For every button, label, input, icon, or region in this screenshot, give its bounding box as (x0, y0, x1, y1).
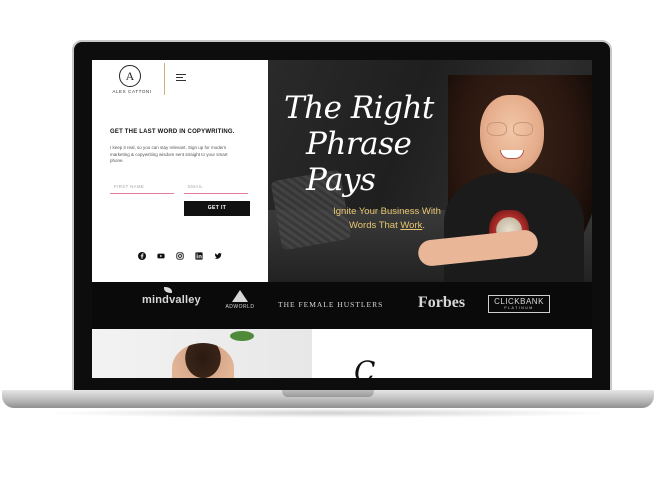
logo-letter: A (125, 68, 135, 83)
hero-tagline-line-2: Words That Work. (348, 220, 426, 231)
hero-script-line-2: Phrase Pays (306, 126, 412, 198)
hero-banner: The Right Phrase Pays Ignite Your Busine… (268, 60, 592, 282)
instagram-icon[interactable] (176, 252, 184, 260)
hero-tagline: Ignite Your Business With Words That Wor… (312, 205, 462, 233)
adworld-triangle-icon (232, 290, 248, 302)
signup-blurb: I keep it real, so you can stay relevant… (110, 145, 228, 163)
glasses-left-lens (487, 122, 507, 136)
hero-script-line-1: The Right (284, 90, 434, 126)
forbes-logo: Forbes (418, 294, 466, 311)
signup-headline: GET THE LAST WORD IN COPYWRITING. (110, 129, 235, 135)
clickbank-wordmark: CLICKBANK (494, 297, 544, 306)
lower-photo-plant (230, 331, 254, 341)
social-links (138, 252, 222, 260)
featured-in-strip: mindvalley ADWORLD THE FEMALE HUSTLERS F… (92, 282, 592, 329)
website-screen: A ALEX CATTONI GET THE LAST WORD IN COPY… (92, 60, 592, 378)
lower-script-heading: C (354, 355, 376, 378)
get-it-button[interactable]: GET IT (184, 201, 250, 216)
first-name-field[interactable]: FIRST NAME (110, 181, 174, 194)
mindvalley-leaf-icon (164, 287, 172, 293)
laptop-mockup: A ALEX CATTONI GET THE LAST WORD IN COPY… (0, 0, 656, 477)
laptop-opening-notch (282, 390, 374, 397)
female-hustlers-logo: THE FEMALE HUSTLERS (278, 300, 384, 309)
lower-section: C (92, 329, 592, 378)
logo-mark[interactable]: A (119, 65, 141, 87)
hero-script-headline: The Right Phrase Pays (284, 90, 474, 198)
adworld-logo: ADWORLD (225, 290, 255, 310)
signup-panel: A ALEX CATTONI GET THE LAST WORD IN COPY… (92, 60, 268, 282)
glasses-right-lens (513, 122, 533, 136)
laptop-shadow (40, 408, 616, 418)
mindvalley-logo: mindvalley (142, 287, 201, 306)
facebook-icon[interactable] (138, 252, 146, 260)
hero-tagline-line-1: Ignite Your Business With (333, 206, 441, 217)
hamburger-menu-icon[interactable] (176, 74, 186, 82)
clickbank-logo: CLICKBANK PLATINUM (488, 295, 550, 313)
youtube-icon[interactable] (157, 252, 165, 260)
header-divider (164, 63, 165, 95)
linkedin-icon[interactable] (195, 252, 203, 260)
twitter-icon[interactable] (214, 252, 222, 260)
email-field[interactable]: EMAIL (184, 181, 248, 194)
logo-wordmark[interactable]: ALEX CATTONI (108, 89, 156, 94)
work-link[interactable]: Work (400, 220, 422, 231)
clickbank-subtitle: PLATINUM (504, 306, 534, 310)
